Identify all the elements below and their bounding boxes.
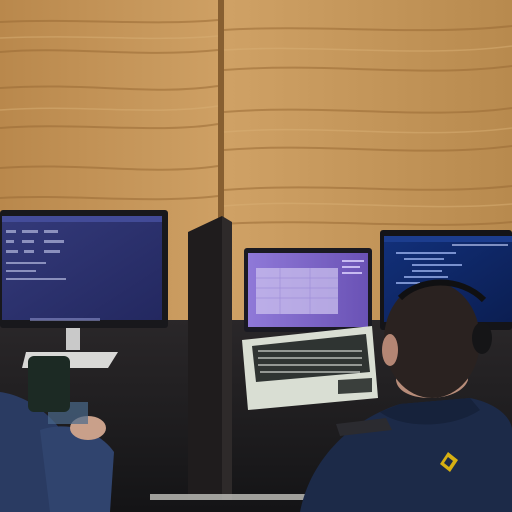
scene-svg [0,0,512,512]
right-person-head [384,282,480,398]
laptop [242,248,378,410]
desk-edge [150,494,310,500]
chair-back [28,356,70,412]
photo-scene [0,0,512,512]
partition-panel [188,216,222,500]
